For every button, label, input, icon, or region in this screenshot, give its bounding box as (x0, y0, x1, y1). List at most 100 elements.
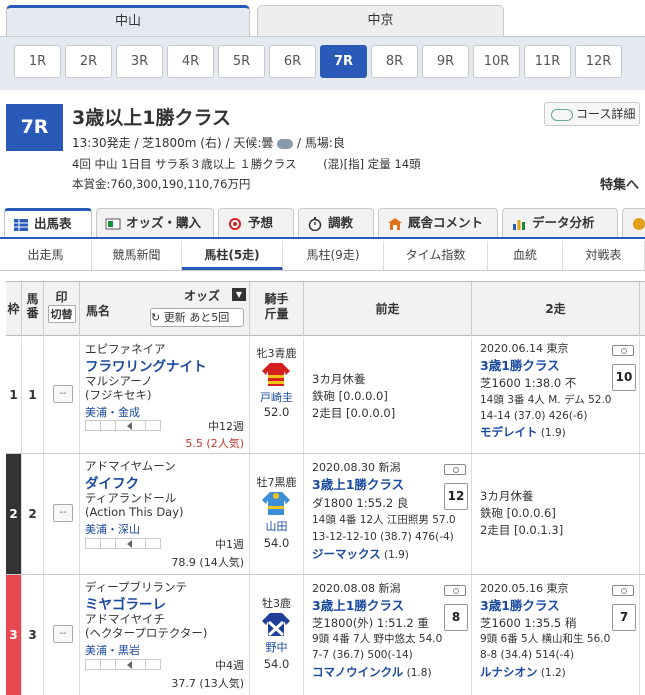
odds-refresh-button[interactable]: ↻ 更新 あと5回 (150, 308, 244, 327)
video-icon[interactable] (444, 464, 466, 475)
winner-name[interactable]: モデレイト (480, 425, 538, 439)
video-icon[interactable] (612, 585, 634, 596)
prev1-race-name[interactable]: 3歳上1勝クラス (312, 476, 404, 493)
course-icon (551, 108, 573, 121)
race-button-6[interactable]: 6R (269, 45, 316, 78)
header-num: 馬番 (22, 282, 44, 336)
race-title: 3歳以上1勝クラス (72, 107, 232, 129)
sex-age: 牝3青鹿 (256, 347, 297, 360)
race-number-badge: 7R (6, 104, 63, 151)
winner-name[interactable]: コマノウインクル (312, 665, 403, 679)
tab-yoso[interactable]: 予想 (218, 208, 294, 237)
mark-select[interactable]: -- (53, 625, 73, 643)
prev1-race-name[interactable]: 3歳上1勝クラス (312, 597, 404, 614)
table-row: 2 2 -- アドマイヤムーン ダイフク ティアランドール (Action Th… (6, 454, 645, 575)
venue-tabs: 中山 中京 (0, 0, 645, 36)
header-prev2: 2走 (472, 282, 640, 336)
prev2-race-name[interactable]: 3歳1勝クラス (480, 357, 560, 374)
subtab-pedigree[interactable]: 血統 (488, 241, 563, 270)
race-button-11[interactable]: 11R (524, 45, 571, 78)
video-icon[interactable] (444, 585, 466, 596)
header-prev1: 前走 (304, 282, 472, 336)
tab-label: 出馬表 (34, 216, 72, 231)
finish-position: 7 (612, 604, 636, 631)
subtab-matchup[interactable]: 対戦表 (563, 241, 645, 270)
mark-cell: -- (44, 454, 80, 574)
race-button-1[interactable]: 1R (14, 45, 61, 78)
tab-comment[interactable]: 厩舎コメント (378, 208, 498, 237)
tab-shutsuba[interactable]: 出馬表 (4, 208, 92, 237)
prev1-line4: 7-7 (36.7) 500(-14) (312, 649, 413, 661)
race-button-4[interactable]: 4R (167, 45, 214, 78)
race-button-2[interactable]: 2R (65, 45, 112, 78)
horse-name[interactable]: ミヤゴラーレ (85, 593, 166, 613)
winner-note: (1.2) (537, 667, 566, 679)
winner-name[interactable]: ジーマックス (312, 547, 381, 561)
stopwatch-icon (308, 216, 322, 231)
race-prize: 本賞金:760,300,190,110,76万円 (72, 177, 251, 191)
tab-chokyo[interactable]: 調教 (298, 208, 374, 237)
jockey-name[interactable]: 山田 (250, 518, 303, 534)
tab-odds[interactable]: オッズ・購入 (96, 208, 214, 237)
finish-position: 12 (444, 483, 468, 510)
jockey-name[interactable]: 戸崎圭 (250, 389, 303, 405)
header-odds-label: オッズ (184, 289, 221, 303)
jockey-silk-icon (262, 613, 290, 637)
header-mark-label: 印 (55, 290, 68, 304)
sort-down-icon[interactable]: ▼ (232, 288, 246, 301)
trainer-name[interactable]: 美浦・金成 (85, 404, 140, 420)
race-button-10[interactable]: 10R (473, 45, 520, 78)
prev2-date: 2020.06.14 東京 (480, 342, 569, 355)
tab-label: 予想 (248, 215, 274, 230)
horse-name[interactable]: ダイフク (85, 472, 139, 492)
tab-label: オッズ・購入 (126, 215, 202, 230)
header-horse: 馬名 オッズ ▼ ↻ 更新 あと5回 (80, 282, 250, 336)
prev1-cell: 3カ月休養 鉄砲 [0.0.0.0] 2走目 [0.0.0.0] (304, 337, 472, 453)
mark-select[interactable]: -- (53, 504, 73, 522)
venue-tab-chukyo[interactable]: 中京 (257, 5, 504, 36)
race-interval: 中12週 (208, 420, 244, 433)
subtab-umabashira-5[interactable]: 馬柱(5走) (182, 241, 283, 270)
odds-value: 78.9 (14人気) (171, 556, 244, 569)
jockey-name[interactable]: 野中 (250, 639, 303, 655)
subtab-umabashira-9[interactable]: 馬柱(9走) (283, 241, 384, 270)
race-meta: 13:30発走 / 芝1800m (右) / 天候:曇 / 馬場:良 (72, 134, 345, 151)
subtab-horses[interactable]: 出走馬 (0, 241, 92, 270)
jockey-cell: 牡7黒鹿 山田 54.0 (250, 454, 304, 574)
mark-toggle-button[interactable]: 切替 (47, 305, 76, 323)
tab-data[interactable]: データ分析 (502, 208, 618, 237)
race-button-8[interactable]: 8R (371, 45, 418, 78)
waku-cell: 2 (6, 454, 22, 574)
horse-cell: アドマイヤムーン ダイフク ティアランドール (Action This Day)… (80, 454, 250, 574)
subtab-time-index[interactable]: タイム指数 (384, 241, 488, 270)
tab-more[interactable] (622, 208, 645, 237)
prev1-cell: 2020.08.30 新潟 3歳上1勝クラス 12 ダ1800 1:55.2 良… (304, 454, 472, 574)
prev1-rest-line: 3カ月休養 (312, 372, 366, 386)
race-meta-text: 13:30発走 / 芝1800m (右) / 天候:曇 (72, 136, 274, 150)
race-button-7[interactable]: 7R (320, 45, 367, 78)
odds-value: 37.7 (13人気) (171, 677, 244, 690)
header-weight-label: 斤量 (264, 307, 289, 321)
video-icon[interactable] (612, 345, 634, 356)
horse-name[interactable]: フラワリングナイト (85, 355, 207, 375)
horse-number: 2 (22, 454, 44, 574)
prev1-line4: 13-12-12-10 (38.7) 476(-4) (312, 531, 454, 543)
feature-link[interactable]: 特集へ (600, 174, 639, 193)
race-button-5[interactable]: 5R (218, 45, 265, 78)
trainer-name[interactable]: 美浦・深山 (85, 521, 140, 537)
prev2-cell: 3カ月休養 鉄砲 [0.0.0.6] 2走目 [0.0.1.3] (472, 454, 640, 574)
race-button-12[interactable]: 12R (575, 45, 622, 78)
venue-tab-nakayama[interactable]: 中山 (6, 5, 250, 36)
course-detail-button[interactable]: コース詳細 (544, 102, 640, 126)
race-button-3[interactable]: 3R (116, 45, 163, 78)
race-button-9[interactable]: 9R (422, 45, 469, 78)
prev2-race-name[interactable]: 3歳1勝クラス (480, 597, 560, 614)
subtab-newspaper[interactable]: 競馬新聞 (92, 241, 182, 270)
tab-label: データ分析 (532, 215, 595, 230)
mark-select[interactable]: -- (53, 385, 73, 403)
horse-cell: ディープブリランテ ミヤゴラーレ アドマイヤイチ (ヘクタープロテクター) 美浦… (80, 575, 250, 695)
race-conditions: 4回 中山 1日目 サラ系３歳以上 １勝クラス (混)[指] 定量 14頭 (72, 157, 421, 171)
winner-note: (1.9) (537, 427, 566, 439)
winner-name[interactable]: ルナシオン (480, 665, 538, 679)
trainer-name[interactable]: 美浦・黒岩 (85, 642, 140, 658)
